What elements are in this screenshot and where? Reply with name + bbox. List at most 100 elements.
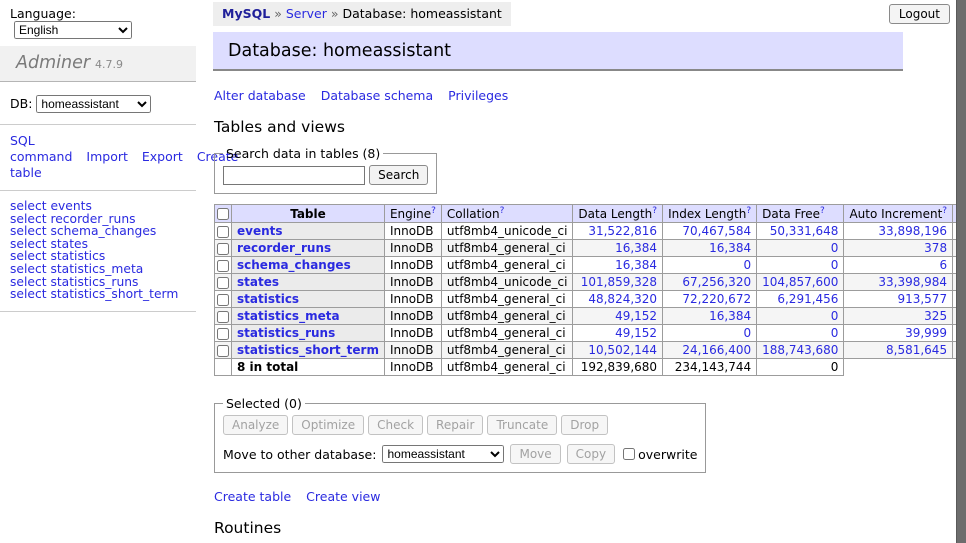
sidebar-link-import[interactable]: Import <box>86 149 128 164</box>
truncate-button[interactable]: Truncate <box>487 415 557 435</box>
data-length-link[interactable]: 49,152 <box>615 309 657 323</box>
create-link-create-table[interactable]: Create table <box>214 489 291 504</box>
sidebar-table-link-select-statistics-short-term[interactable]: select statistics_short_term <box>10 288 186 301</box>
data-length-link[interactable]: 101,859,328 <box>581 275 657 289</box>
sidebar-link-sql-command[interactable]: SQL command <box>10 133 72 164</box>
table-row: statesInnoDButf8mb4_unicode_ci101,859,32… <box>215 274 966 291</box>
data-length-link[interactable]: 48,824,320 <box>588 292 657 306</box>
table-link-states[interactable]: states <box>237 275 279 289</box>
check-button[interactable]: Check <box>368 415 423 435</box>
index-length-link[interactable]: 72,220,672 <box>682 292 751 306</box>
sidebar-table-link-select-events[interactable]: select events <box>10 200 186 213</box>
hint-icon[interactable]: ? <box>746 206 751 216</box>
row-checkbox[interactable] <box>217 328 229 340</box>
create-link-create-view[interactable]: Create view <box>306 489 380 504</box>
db-select[interactable]: homeassistant <box>36 95 151 113</box>
repair-button[interactable]: Repair <box>427 415 483 435</box>
logout-button[interactable]: Logout <box>889 4 950 24</box>
table-link-statistics[interactable]: statistics <box>237 292 299 306</box>
move-button[interactable]: Move <box>510 444 560 464</box>
auto-increment-link[interactable]: 325 <box>924 309 947 323</box>
auto-increment-link[interactable]: 8,581,645 <box>886 343 947 357</box>
table-link-statistics-meta[interactable]: statistics_meta <box>237 309 340 323</box>
vertical-scrollbar[interactable] <box>956 0 966 543</box>
data-free-link[interactable]: 50,331,648 <box>770 224 839 238</box>
data-free-link[interactable]: 0 <box>831 241 839 255</box>
row-checkbox[interactable] <box>217 345 229 357</box>
table-link-schema-changes[interactable]: schema_changes <box>237 258 351 272</box>
column-header-data-length: Data Length? <box>573 205 663 223</box>
table-link-recorder-runs[interactable]: recorder_runs <box>237 241 331 255</box>
data-length-link[interactable]: 10,502,144 <box>588 343 657 357</box>
hint-icon[interactable]: ? <box>652 206 657 216</box>
index-length-link[interactable]: 0 <box>743 326 751 340</box>
data-length-link[interactable]: 16,384 <box>615 241 657 255</box>
table-link-statistics-runs[interactable]: statistics_runs <box>237 326 335 340</box>
total-engine-cell: InnoDB <box>384 359 441 376</box>
index-length-link[interactable]: 70,467,584 <box>682 224 751 238</box>
auto-increment-link[interactable]: 913,577 <box>897 292 947 306</box>
data-free-link[interactable]: 0 <box>831 326 839 340</box>
row-checkbox-cell <box>215 291 232 308</box>
sidebar-table-link-select-schema-changes[interactable]: select schema_changes <box>10 225 186 238</box>
row-checkbox-cell <box>215 342 232 359</box>
hint-icon[interactable]: ? <box>500 206 505 216</box>
data-free-cell: 0 <box>757 308 844 325</box>
row-checkbox[interactable] <box>217 243 229 255</box>
optimize-button[interactable]: Optimize <box>292 415 364 435</box>
table-link-events[interactable]: events <box>237 224 283 238</box>
language-select[interactable]: English <box>14 21 132 39</box>
breadcrumb-server-link[interactable]: Server <box>286 6 327 21</box>
analyze-button[interactable]: Analyze <box>223 415 288 435</box>
index-length-link[interactable]: 16,384 <box>709 309 751 323</box>
index-length-link[interactable]: 24,166,400 <box>682 343 751 357</box>
row-checkbox[interactable] <box>217 226 229 238</box>
row-checkbox[interactable] <box>217 311 229 323</box>
search-button[interactable]: Search <box>369 165 428 185</box>
data-free-link[interactable]: 104,857,600 <box>762 275 838 289</box>
hint-icon[interactable]: ? <box>820 206 825 216</box>
auto-increment-link[interactable]: 33,898,196 <box>878 224 947 238</box>
sidebar-table-link-select-statistics-meta[interactable]: select statistics_meta <box>10 263 186 276</box>
row-checkbox[interactable] <box>217 260 229 272</box>
overwrite-checkbox[interactable] <box>623 448 635 460</box>
data-free-link[interactable]: 188,743,680 <box>762 343 838 357</box>
data-free-link[interactable]: 0 <box>831 258 839 272</box>
data-free-link[interactable]: 0 <box>831 309 839 323</box>
db-action-link-database-schema[interactable]: Database schema <box>321 88 433 103</box>
select-all-checkbox[interactable] <box>217 208 229 220</box>
auto-increment-link[interactable]: 39,999 <box>905 326 947 340</box>
breadcrumb-mysql-link[interactable]: MySQL <box>222 6 270 21</box>
index-length-cell: 72,220,672 <box>663 291 757 308</box>
drop-button[interactable]: Drop <box>561 415 608 435</box>
table-row: recorder_runsInnoDButf8mb4_general_ci16,… <box>215 240 966 257</box>
row-checkbox[interactable] <box>217 277 229 289</box>
move-database-select[interactable]: homeassistant <box>382 445 504 463</box>
auto-increment-link[interactable]: 6 <box>939 258 947 272</box>
index-length-link[interactable]: 16,384 <box>709 241 751 255</box>
column-header-index-length: Index Length? <box>663 205 757 223</box>
copy-button[interactable]: Copy <box>567 444 615 464</box>
auto-increment-link[interactable]: 33,398,984 <box>878 275 947 289</box>
index-length-link[interactable]: 0 <box>743 258 751 272</box>
data-length-link[interactable]: 49,152 <box>615 326 657 340</box>
table-row: statistics_runsInnoDButf8mb4_general_ci4… <box>215 325 966 342</box>
db-action-link-privileges[interactable]: Privileges <box>448 88 508 103</box>
table-link-statistics-short-term[interactable]: statistics_short_term <box>237 343 379 357</box>
hint-icon[interactable]: ? <box>431 206 436 216</box>
index-length-cell: 67,256,320 <box>663 274 757 291</box>
data-length-link[interactable]: 16,384 <box>615 258 657 272</box>
data-length-link[interactable]: 31,522,816 <box>588 224 657 238</box>
total-index-length-cell: 234,143,744 <box>663 359 757 376</box>
auto-increment-link[interactable]: 378 <box>924 241 947 255</box>
db-action-link-alter-database[interactable]: Alter database <box>214 88 306 103</box>
search-input[interactable] <box>223 166 365 185</box>
sidebar-link-export[interactable]: Export <box>142 149 183 164</box>
data-free-link[interactable]: 6,291,456 <box>777 292 838 306</box>
row-checkbox[interactable] <box>217 294 229 306</box>
search-fieldset: Search data in tables (8) Search <box>214 146 437 194</box>
hint-icon[interactable]: ? <box>942 206 947 216</box>
index-length-link[interactable]: 67,256,320 <box>682 275 751 289</box>
table-name-cell: statistics_runs <box>232 325 385 342</box>
selected-legend: Selected (0) <box>223 396 305 411</box>
